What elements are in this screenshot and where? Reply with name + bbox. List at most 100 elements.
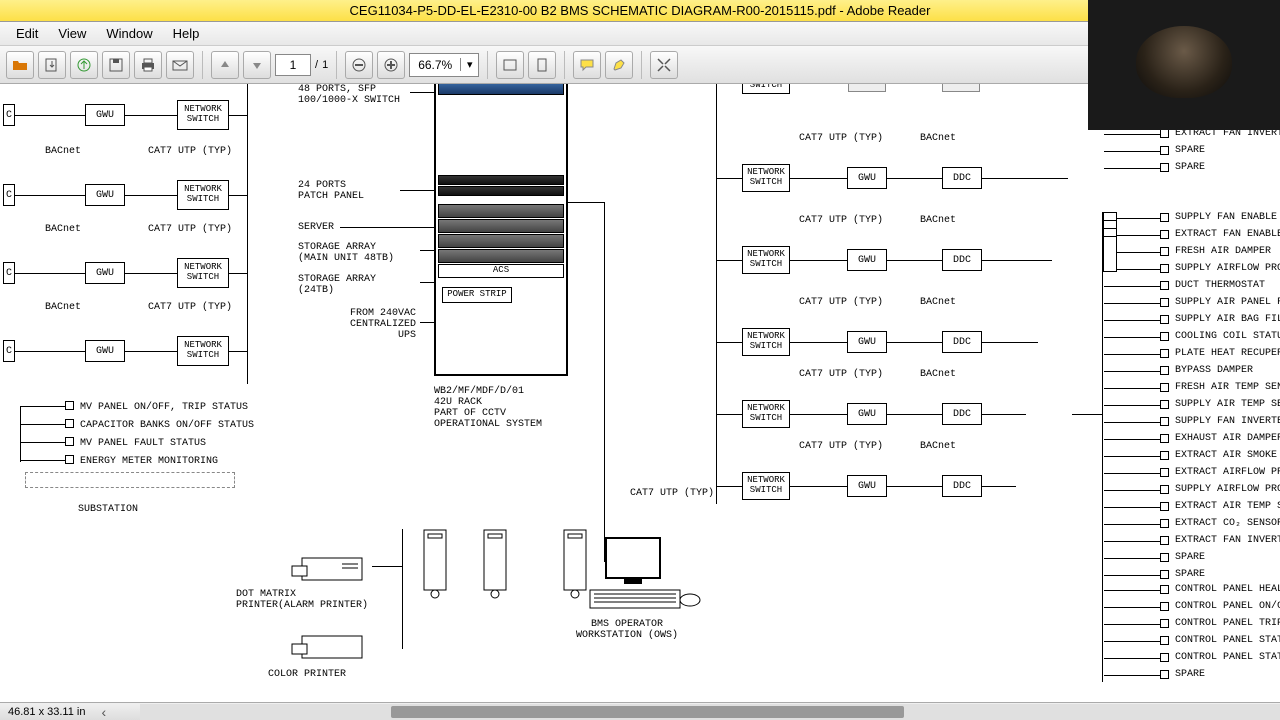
io-point-label: EXTRACT FAN ENABLE: [1175, 229, 1280, 240]
energy-label: ENERGY METER MONITORING: [80, 456, 218, 467]
substation-label: SUBSTATION: [78, 504, 138, 515]
gwu-box: GWU: [85, 104, 125, 126]
mv-onoff-label: MV PANEL ON/OFF, TRIP STATUS: [80, 402, 248, 413]
ports48-label: 48 PORTS, SFP 100/1000-X SWITCH: [298, 84, 400, 106]
io-point-label: EXHAUST AIR DAMPER: [1175, 433, 1280, 444]
zoom-out-button[interactable]: [345, 51, 373, 79]
io-point-label: FRESH AIR DAMPER: [1175, 246, 1271, 257]
printer-icon: [282, 624, 372, 664]
document-area[interactable]: C GWU NETWORK SWITCH BACnet CAT7 UTP (TY…: [0, 84, 1280, 702]
checkbox: [65, 419, 74, 428]
io-point-label: SUPPLY FAN INVERTER: [1175, 416, 1280, 427]
bacnet-label: BACnet: [45, 224, 81, 235]
print-button[interactable]: [134, 51, 162, 79]
zoom-in-button[interactable]: [377, 51, 405, 79]
io-point-label: EXTRACT AIRFLOW PR: [1175, 467, 1280, 478]
io-point-label: SUPPLY AIR PANEL FI: [1175, 297, 1280, 308]
bacnet-label: BACnet: [920, 441, 956, 452]
rack: ACS POWER STRIP: [434, 84, 568, 376]
io-point-label: COOLING COIL STATUS: [1175, 331, 1280, 342]
fit-width-button[interactable]: [496, 51, 524, 79]
c-box: C: [3, 104, 15, 126]
page-down-button[interactable]: [243, 51, 271, 79]
io-point-label: CONTROL PANEL HEAL: [1175, 584, 1280, 595]
io-point-label: EXTRACT AIR SMOKE D: [1175, 450, 1280, 461]
io-point-label: SUPPLY FAN ENABLE: [1175, 212, 1277, 223]
fit-page-button[interactable]: [528, 51, 556, 79]
comment-button[interactable]: [573, 51, 601, 79]
cat7-label: CAT7 UTP (TYP): [148, 224, 232, 235]
cat7-label: CAT7 UTP (TYP): [630, 488, 714, 499]
menu-window[interactable]: Window: [96, 26, 162, 41]
storage48-label: STORAGE ARRAY (MAIN UNIT 48TB): [298, 242, 394, 264]
horizontal-scrollbar[interactable]: [140, 704, 1280, 720]
menu-help[interactable]: Help: [163, 26, 210, 41]
gwu-box: GWU: [847, 403, 887, 425]
rack-caption: WB2/MF/MDF/D/01 42U RACK PART OF CCTV OP…: [434, 386, 542, 430]
io-point-label: SUPPLY AIRFLOW PRO: [1175, 263, 1280, 274]
io-point-label: SPARE: [1175, 552, 1205, 563]
gwu-box: GWU: [85, 184, 125, 206]
io-point-label: SUPPLY AIRFLOW PRO: [1175, 484, 1280, 495]
checkbox: [65, 455, 74, 464]
menu-edit[interactable]: Edit: [6, 26, 48, 41]
io-point-label: CONTROL PANEL STAT: [1175, 652, 1280, 663]
io-point-label: CONTROL PANEL STAT: [1175, 635, 1280, 646]
email-button[interactable]: [166, 51, 194, 79]
io-point-label: SPARE: [1175, 145, 1205, 156]
io-point-label: EXTRACT FAN INVERTE: [1175, 535, 1280, 546]
open-button[interactable]: [6, 51, 34, 79]
ddc-box: DDC: [942, 167, 982, 189]
io-point-label: PLATE HEAT RECUPER: [1175, 348, 1280, 359]
page-up-button[interactable]: [211, 51, 239, 79]
io-point-label: SUPPLY AIR TEMP SE: [1175, 399, 1280, 410]
io-point-label: EXTRACT CO₂ SENSOR: [1175, 518, 1280, 529]
bacnet-label: BACnet: [45, 302, 81, 313]
network-switch-box: NETWORK SWITCH: [177, 258, 229, 288]
c-box: C: [3, 262, 15, 284]
dotmatrix-label: DOT MATRIX PRINTER(ALARM PRINTER): [236, 589, 368, 611]
network-switch-box: NETWORK SWITCH: [177, 336, 229, 366]
printer-icon: [282, 546, 372, 586]
cat7-label: CAT7 UTP (TYP): [799, 369, 883, 380]
prev-view-button[interactable]: ‹: [101, 704, 106, 720]
io-point-label: CONTROL PANEL ON/C: [1175, 601, 1280, 612]
bacnet-label: BACnet: [45, 146, 81, 157]
mv-fault-label: MV PANEL FAULT STATUS: [80, 438, 206, 449]
cat7-label: CAT7 UTP (TYP): [799, 133, 883, 144]
storage24-label: STORAGE ARRAY (24TB): [298, 274, 376, 296]
network-switch-box: NETWORK SWITCH: [742, 472, 790, 500]
page-total: 1: [322, 59, 328, 71]
gwu-box: GWU: [847, 331, 887, 353]
gwu-box: [848, 84, 886, 92]
highlight-button[interactable]: [605, 51, 633, 79]
io-point-label: CONTROL PANEL TRIP: [1175, 618, 1280, 629]
read-mode-button[interactable]: [650, 51, 678, 79]
send-button[interactable]: [70, 51, 98, 79]
network-switch-box: NETWORK SWITCH: [177, 100, 229, 130]
export-button[interactable]: [38, 51, 66, 79]
checkbox: [65, 401, 74, 410]
gwu-box: GWU: [847, 249, 887, 271]
save-button[interactable]: [102, 51, 130, 79]
menu-view[interactable]: View: [48, 26, 96, 41]
io-point-label: FRESH AIR TEMP SEN: [1175, 382, 1280, 393]
zoom-select[interactable]: 66.7%▾: [409, 53, 479, 77]
checkbox: [65, 437, 74, 446]
switch-box: SWITCH: [742, 84, 790, 94]
network-switch-box: NETWORK SWITCH: [742, 246, 790, 274]
gwu-box: GWU: [847, 167, 887, 189]
statusbar: 46.81 x 33.11 in ‹: [0, 702, 1280, 720]
io-point-label: BYPASS DAMPER: [1175, 365, 1253, 376]
ddc-box: DDC: [942, 331, 982, 353]
webcam-overlay: [1088, 0, 1280, 130]
ports24-label: 24 PORTS PATCH PANEL: [298, 180, 364, 202]
bms-ows-label: BMS OPERATOR WORKSTATION (OWS): [576, 619, 678, 641]
cat7-label: CAT7 UTP (TYP): [148, 146, 232, 157]
cat7-label: CAT7 UTP (TYP): [799, 441, 883, 452]
ddc-box: DDC: [942, 475, 982, 497]
page-number-input[interactable]: [275, 54, 311, 76]
page-dimensions: 46.81 x 33.11 in: [8, 706, 85, 718]
c-box: C: [3, 340, 15, 362]
ups-label: FROM 240VAC CENTRALIZED UPS: [350, 308, 416, 341]
